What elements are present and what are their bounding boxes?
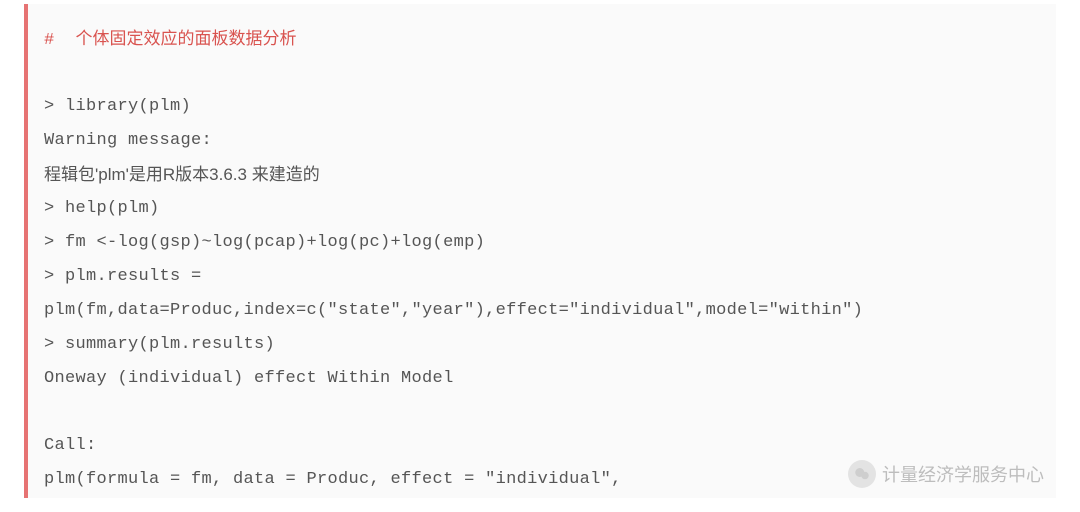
code-line: > fm <-log(gsp)~log(pcap)+log(pc)+log(em…	[44, 226, 1040, 260]
blank-line	[44, 58, 1040, 90]
code-line: 程辑包'plm'是用R版本3.6.3 来建造的	[44, 158, 1040, 192]
code-line: plm(fm,data=Produc,index=c("state","year…	[44, 294, 1040, 328]
code-line: > summary(plm.results)	[44, 328, 1040, 362]
code-line: Oneway (individual) effect Within Model	[44, 362, 1040, 396]
comment-text: 个体固定效应的面板数据分析	[76, 29, 297, 48]
code-line: > help(plm)	[44, 192, 1040, 226]
code-line: model = "within", index = c("state", "ye…	[44, 497, 1040, 498]
code-line: > library(plm)	[44, 90, 1040, 124]
comment-hash: #	[44, 31, 76, 50]
code-comment-line: # 个体固定效应的面板数据分析	[44, 22, 1040, 58]
code-block: # 个体固定效应的面板数据分析 > library(plm) Warning m…	[24, 4, 1056, 498]
code-line: plm(formula = fm, data = Produc, effect …	[44, 463, 1040, 497]
code-line: > plm.results =	[44, 260, 1040, 294]
code-line: Warning message:	[44, 124, 1040, 158]
blank-line	[44, 396, 1040, 428]
code-line: Call:	[44, 429, 1040, 463]
